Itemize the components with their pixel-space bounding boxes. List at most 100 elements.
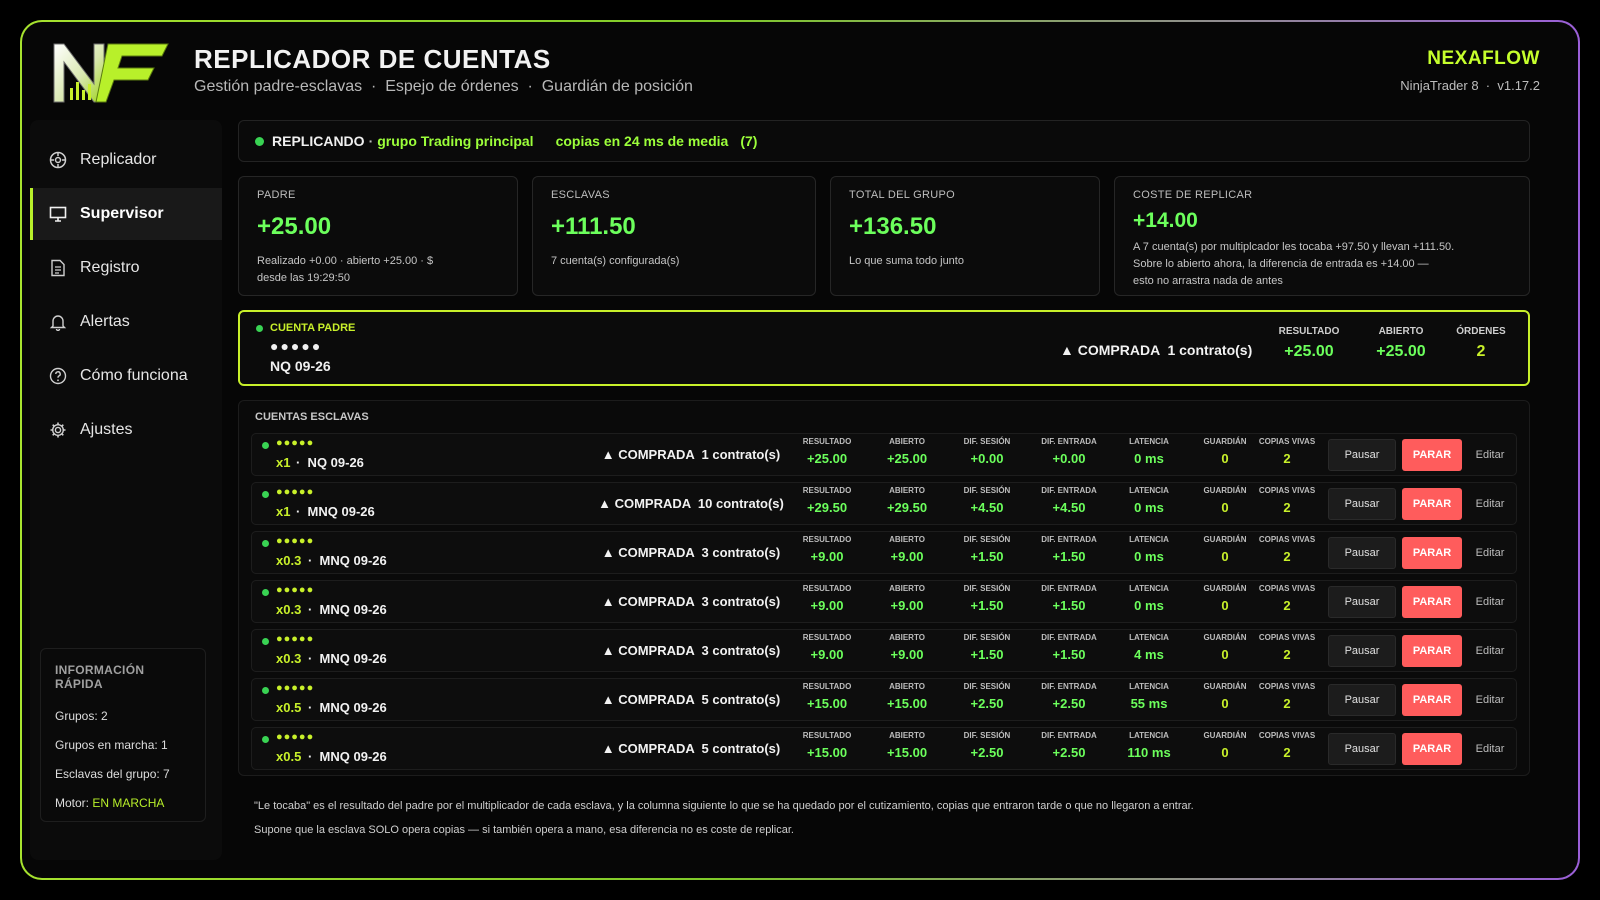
stat-value: 2: [1283, 647, 1291, 662]
slave-multiplier: x0.5: [276, 700, 302, 715]
stat-value: 2: [1283, 451, 1291, 466]
stat-value: +9.00: [810, 549, 844, 564]
slave-row[interactable]: ●●●●● x0.5 · MNQ 09-26 ▲ COMPRADA 5 contrat…: [251, 727, 1517, 770]
sidebar-item-ajustes[interactable]: Ajustes: [30, 404, 222, 456]
app-title: REPLICADOR DE CUENTAS: [194, 44, 551, 74]
stat-label: GUARDIÁN: [1203, 682, 1247, 691]
stop-button[interactable]: PARAR: [1402, 586, 1462, 618]
parent-position: ▲ COMPRADA 1 contrato(s): [1060, 342, 1253, 358]
stop-button[interactable]: PARAR: [1402, 733, 1462, 765]
stat-label: DIF. SESIÓN: [963, 535, 1011, 544]
stop-button[interactable]: PARAR: [1402, 537, 1462, 569]
stop-button[interactable]: PARAR: [1402, 684, 1462, 716]
stat-label: LATENCIA: [1129, 682, 1169, 691]
slave-account-id: ●●●●●: [276, 584, 315, 596]
sidebar: Replicador Supervisor Registro Alertas C…: [30, 120, 222, 860]
slave-row[interactable]: ●●●●● x0.3 · MNQ 09-26 ▲ COMPRADA 3 contrat…: [251, 629, 1517, 672]
slave-stat-copias-vivas: COPIAS VIVAS 2: [1252, 437, 1322, 466]
stat-label: COPIAS VIVAS: [1258, 633, 1316, 642]
stop-button[interactable]: PARAR: [1402, 488, 1462, 520]
pause-button[interactable]: Pausar: [1328, 439, 1396, 471]
slave-stat-latencia: LATENCIA 0 ms: [1114, 437, 1184, 466]
slave-account-id: ●●●●●: [276, 731, 315, 743]
stat-value: +29.50: [806, 500, 848, 515]
sidebar-item-supervisor[interactable]: Supervisor: [30, 188, 222, 240]
slave-stat-resultado: RESULTADO +29.50: [792, 486, 862, 515]
edit-button[interactable]: Editar: [1468, 439, 1512, 471]
stat-label: DIF. ENTRADA: [1041, 486, 1097, 495]
stop-button[interactable]: PARAR: [1402, 635, 1462, 667]
sidebar-item-registro[interactable]: Registro: [30, 242, 222, 294]
status-group: grupo Trading principal: [377, 133, 534, 149]
engine-label: Motor:: [55, 796, 90, 810]
slave-position: ▲ COMPRADA 3 contrato(s): [601, 643, 781, 658]
stat-value: +9.00: [810, 598, 844, 613]
stat-label: COPIAS VIVAS: [1258, 682, 1316, 691]
footnote-2: Supone que la esclava SOLO opera copias …: [254, 824, 794, 836]
edit-button[interactable]: Editar: [1468, 537, 1512, 569]
stat-value: +2.50: [1052, 745, 1086, 760]
stat-label: COPIAS VIVAS: [1258, 486, 1316, 495]
pause-button[interactable]: Pausar: [1328, 586, 1396, 618]
edit-button[interactable]: Editar: [1468, 488, 1512, 520]
sidebar-item-label: Registro: [80, 259, 140, 276]
slave-stat-guardian: GUARDIÁN 0: [1190, 486, 1260, 515]
edit-button[interactable]: Editar: [1468, 586, 1512, 618]
card-label: PADRE: [257, 189, 296, 201]
slave-stat-copias-vivas: COPIAS VIVAS 2: [1252, 535, 1322, 564]
slave-symbol: · MNQ 09-26: [308, 700, 387, 715]
slave-row[interactable]: ●●●●● x0.3 · MNQ 09-26 ▲ COMPRADA 3 contrat…: [251, 580, 1517, 623]
sidebar-item-label: Supervisor: [80, 205, 164, 222]
card-value: +14.00: [1133, 209, 1198, 232]
slave-stat-copias-vivas: COPIAS VIVAS 2: [1252, 584, 1322, 613]
slave-stat-dif-sesion: DIF. SESIÓN +1.50: [952, 584, 1022, 613]
status-dot: [262, 638, 269, 645]
sidebar-item-replicador[interactable]: Replicador: [30, 134, 222, 186]
slave-row[interactable]: ●●●●● x0.5 · MNQ 09-26 ▲ COMPRADA 5 contrat…: [251, 678, 1517, 721]
slave-row[interactable]: ●●●●● x0.3 · MNQ 09-26 ▲ COMPRADA 3 contrat…: [251, 531, 1517, 574]
stat-label: DIF. SESIÓN: [963, 682, 1011, 691]
slave-stat-copias-vivas: COPIAS VIVAS 2: [1252, 633, 1322, 662]
stat-value: 0: [1221, 598, 1229, 613]
edit-button[interactable]: Editar: [1468, 635, 1512, 667]
stat-value: 0: [1221, 451, 1229, 466]
pause-button[interactable]: Pausar: [1328, 488, 1396, 520]
stat-value: +9.00: [890, 647, 924, 662]
stat-value: +25.00: [806, 451, 848, 466]
pause-button[interactable]: Pausar: [1328, 733, 1396, 765]
parent-account-panel[interactable]: CUENTA PADRE ●●●●● NQ 09-26 ▲ COMPRADA 1…: [238, 310, 1530, 386]
nexaflow-logo: [53, 43, 169, 103]
stop-button[interactable]: PARAR: [1402, 439, 1462, 471]
info-groups-running: Grupos en marcha: 1: [55, 738, 168, 752]
pause-button[interactable]: Pausar: [1328, 635, 1396, 667]
stat-value: 0: [1221, 745, 1229, 760]
slave-stat-dif-sesion: DIF. SESIÓN +2.50: [952, 682, 1022, 711]
slave-multiplier: x0.3: [276, 651, 302, 666]
sidebar-item-alertas[interactable]: Alertas: [30, 296, 222, 348]
slave-stat-dif-sesion: DIF. SESIÓN +1.50: [952, 633, 1022, 662]
slave-row[interactable]: ●●●●● x1 · NQ 09-26 ▲ COMPRADA 1 contrato(s…: [251, 433, 1517, 476]
stat-label: COPIAS VIVAS: [1258, 584, 1316, 593]
edit-button[interactable]: Editar: [1468, 733, 1512, 765]
stat-value: 55 ms: [1130, 696, 1168, 711]
slave-row[interactable]: ●●●●● x1 · MNQ 09-26 ▲ COMPRADA 10 contrato…: [251, 482, 1517, 525]
edit-button[interactable]: Editar: [1468, 684, 1512, 716]
parent-stat-resultado: RESULTADO +25.00: [1276, 326, 1342, 361]
stat-value: 0: [1221, 696, 1229, 711]
status-latency: copias en 24 ms de media: [555, 133, 729, 149]
stat-value: 2: [1283, 598, 1291, 613]
slave-stat-dif-sesion: DIF. SESIÓN +4.50: [952, 486, 1022, 515]
card-note: Lo que suma todo junto: [849, 255, 964, 267]
sidebar-item-label: Cómo funciona: [80, 367, 188, 384]
slave-stat-dif-entrada: DIF. ENTRADA +4.50: [1034, 486, 1104, 515]
pause-button[interactable]: Pausar: [1328, 537, 1396, 569]
status-dot: [262, 491, 269, 498]
gear-icon: [48, 420, 68, 440]
stat-label: DIF. SESIÓN: [963, 486, 1011, 495]
stat-label: COPIAS VIVAS: [1258, 437, 1316, 446]
pause-button[interactable]: Pausar: [1328, 684, 1396, 716]
stat-value: +9.00: [890, 549, 924, 564]
sidebar-item-como-funciona[interactable]: Cómo funciona: [30, 350, 222, 402]
stat-value: 0: [1221, 500, 1229, 515]
slave-stat-abierto: ABIERTO +29.50: [872, 486, 942, 515]
